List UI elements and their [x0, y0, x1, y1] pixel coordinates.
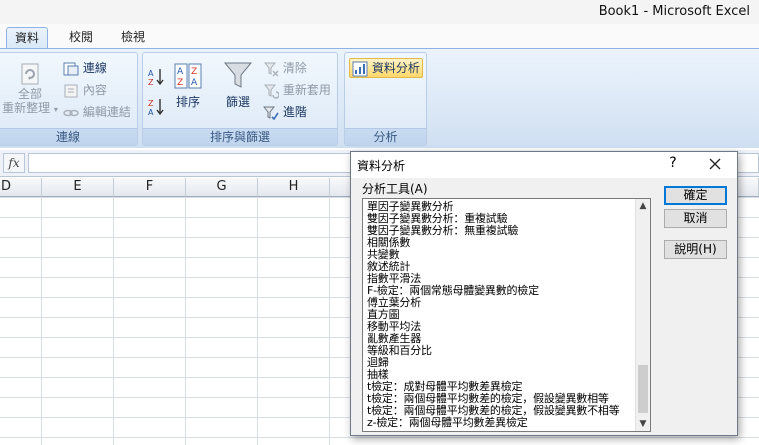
reapply-icon [263, 83, 279, 99]
tab-review[interactable]: 校閱 [58, 27, 104, 49]
data-analysis-dialog: 資料分析 ? 分析工具(A) 單因子變異數分析 雙因子變異數分析：重複試驗 雙因子變… [350, 151, 738, 436]
grid-line [185, 197, 186, 445]
list-item[interactable]: z-檢定：兩個母體平均數差異檢定 [367, 417, 528, 429]
dialog-title: 資料分析 [357, 159, 406, 173]
fx-icon[interactable]: fx [3, 153, 25, 173]
column-header-e[interactable]: E [42, 178, 114, 197]
column-header-d[interactable]: D [0, 178, 42, 197]
tab-view[interactable]: 檢視 [110, 27, 156, 49]
connections-group-label: 連線 [0, 128, 137, 145]
edit-links-button[interactable]: 編輯連結 [63, 103, 131, 121]
data-analysis-button[interactable]: 資料分析 [349, 58, 423, 78]
edit-links-label: 編輯連結 [82, 105, 131, 119]
refresh-all-label-2-text: 重新整理 [2, 101, 51, 115]
clear-label: 清除 [282, 61, 307, 75]
analysis-tools-listbox[interactable]: 單因子變異數分析 雙因子變異數分析：重複試驗 雙因子變異數分析：無重複試驗 相關係數共… [362, 198, 651, 432]
sort-button[interactable]: AZZA 排序 [171, 63, 205, 110]
window-title-bar: Book1 - Microsoft Excel [0, 0, 759, 24]
svg-text:A: A [148, 108, 154, 117]
column-header-f[interactable]: F [114, 178, 186, 197]
data-analysis-label: 資料分析 [371, 61, 420, 75]
column-header-h[interactable]: H [258, 178, 330, 197]
sort-dialog-icon: AZZA [173, 63, 203, 89]
properties-button[interactable]: 內容 [63, 81, 107, 99]
svg-text:A: A [191, 78, 198, 88]
properties-label: 內容 [82, 83, 107, 97]
refresh-all-label-2: 重新整理 ▾ [1, 101, 59, 117]
grid-line [329, 197, 330, 445]
svg-text:Z: Z [191, 67, 197, 77]
svg-text:A: A [148, 69, 154, 78]
grid-line [113, 197, 114, 445]
dialog-title-bar[interactable]: 資料分析 ? [351, 152, 737, 178]
help-button[interactable]: 說明(H) [664, 240, 727, 259]
help-icon[interactable]: ? [665, 155, 681, 171]
tab-data[interactable]: 資料 [6, 27, 48, 49]
refresh-all-icon [17, 61, 43, 87]
sort-az-icon: AZ [147, 67, 165, 87]
connections-label: 連線 [82, 61, 107, 75]
properties-icon [63, 83, 79, 99]
scroll-down-icon[interactable]: ▼ [636, 417, 650, 431]
reapply-label: 重新套用 [282, 83, 331, 97]
link-icon [63, 105, 79, 121]
cancel-button[interactable]: 取消 [664, 209, 727, 228]
advanced-label: 進階 [282, 105, 307, 119]
advanced-button[interactable]: 進階 [263, 103, 307, 121]
svg-text:Z: Z [148, 99, 154, 108]
filter-label: 篩選 [225, 95, 250, 109]
grid-line [257, 197, 258, 445]
analysis-tools-label: 分析工具(A) [362, 182, 428, 196]
sort-label: 排序 [175, 95, 200, 109]
connections-group: 全部 重新整理 ▾ 連線 內容 編輯連結 連線 [0, 52, 138, 146]
filter-button[interactable]: 篩選 [221, 61, 255, 110]
ribbon: 全部 重新整理 ▾ 連線 內容 編輯連結 連線 AZ ZA AZZA 排序 篩選… [0, 48, 759, 148]
window-title: Book1 - Microsoft Excel [598, 4, 750, 19]
funnel-icon [223, 61, 253, 89]
analysis-group: 資料分析 分析 [344, 52, 427, 146]
close-icon[interactable] [706, 155, 724, 173]
refresh-all-button[interactable]: 全部 重新整理 ▾ [1, 61, 59, 117]
reapply-button[interactable]: 重新套用 [263, 81, 331, 99]
scroll-up-icon[interactable]: ▲ [636, 199, 650, 213]
svg-text:Z: Z [148, 78, 154, 87]
svg-text:Z: Z [177, 78, 183, 88]
clear-button[interactable]: 清除 [263, 59, 307, 77]
connections-button[interactable]: 連線 [63, 59, 107, 77]
sort-za-icon: ZA [147, 97, 165, 117]
refresh-all-label-1: 全部 [17, 87, 42, 101]
column-header-g[interactable]: G [186, 178, 258, 197]
advanced-filter-icon [263, 105, 279, 121]
sort-descending-button[interactable]: ZA [147, 97, 165, 117]
data-analysis-icon [352, 61, 368, 77]
sort-ascending-button[interactable]: AZ [147, 67, 165, 87]
sort-filter-group: AZ ZA AZZA 排序 篩選 清除 重新套用 進階 排序與篩選 [142, 52, 338, 146]
svg-text:A: A [177, 67, 184, 77]
analysis-group-label: 分析 [345, 128, 426, 145]
scroll-thumb[interactable] [638, 365, 648, 413]
listbox-scrollbar[interactable]: ▲ ▼ [635, 199, 650, 431]
grid-line [41, 197, 42, 445]
clear-filter-icon [263, 61, 279, 77]
connections-icon [63, 61, 79, 77]
dropdown-arrow-icon: ▾ [53, 105, 58, 114]
ribbon-tab-row: 資料 校閱 檢視 [0, 24, 759, 49]
sort-filter-group-label: 排序與篩選 [143, 128, 337, 145]
ok-button[interactable]: 確定 [664, 186, 727, 205]
